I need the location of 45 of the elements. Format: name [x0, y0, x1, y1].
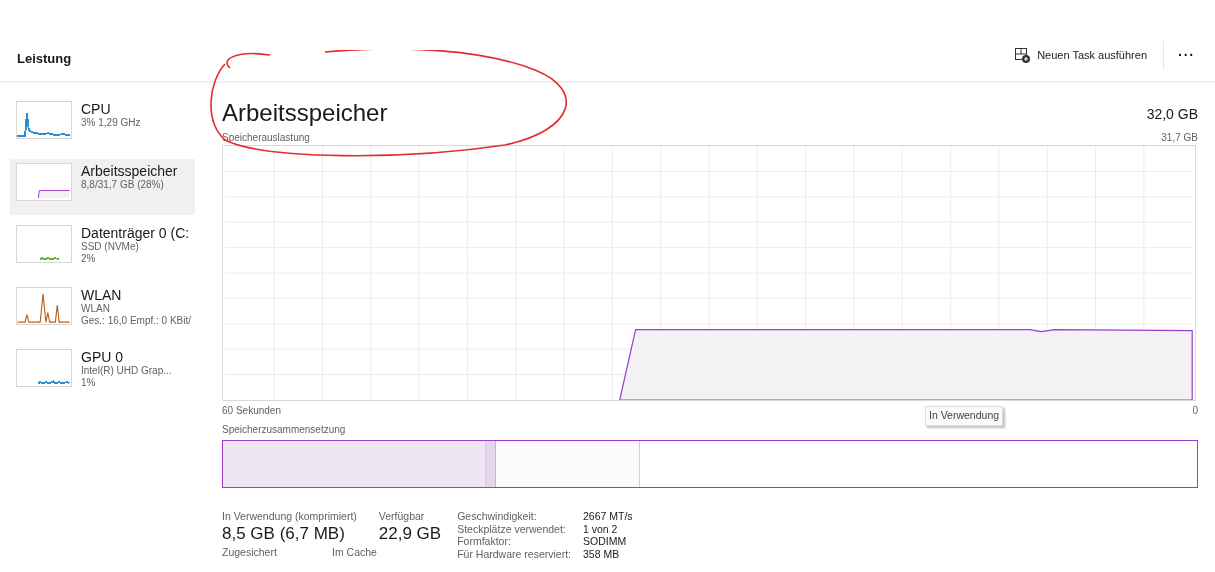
device-detail: 2% [81, 253, 97, 265]
sparkline-thumbnail [16, 287, 72, 325]
stat-label: Im Cache [332, 546, 378, 558]
stat-value: 22,9 GB [378, 523, 442, 545]
x-axis-end-label: 0 [1192, 404, 1198, 418]
sidebar-item[interactable]: Arbeitsspeicher 8,8/31,7 GB (28%) [10, 159, 195, 215]
device-detail: 1% [81, 377, 97, 389]
device-detail: Ges.: 16,0 Empf.: 0 KBit/ [81, 315, 192, 327]
composition-label: Speicherzusammensetzung [222, 423, 347, 437]
sparkline-thumbnail [16, 225, 72, 263]
more-options-button[interactable]: ··· [1172, 44, 1201, 66]
section-title: Arbeitsspeicher [222, 99, 388, 127]
stat-value: 8,5 GB (6,7 MB) [222, 523, 346, 545]
device-name: CPU [81, 101, 112, 117]
total-memory: 32,0 GB [1146, 105, 1198, 124]
stat-label: Verfügbar [378, 510, 426, 523]
stat-label: Zugesichert [222, 546, 278, 558]
detail-label: Für Hardware reserviert: [457, 547, 571, 560]
sparkline-thumbnail [16, 349, 72, 387]
sparkline-thumbnail [16, 101, 72, 139]
device-detail: WLAN [81, 303, 111, 315]
detail-value: 1 von 2 [582, 522, 619, 535]
sparkline-thumbnail [16, 163, 72, 201]
detail-value: SODIMM [582, 535, 628, 548]
detail-value: 358 MB [582, 547, 621, 560]
chart-label: Speicherauslastung [222, 131, 310, 145]
y-axis-max-label: 31,7 GB [1161, 131, 1198, 145]
device-name: GPU 0 [81, 349, 124, 365]
detail-label: Formfaktor: [457, 535, 512, 548]
detail-value: 2667 MT/s [582, 510, 633, 523]
x-axis-label: 60 Sekunden [222, 404, 281, 418]
device-detail: Intel(R) UHD Grap... [81, 365, 172, 377]
run-new-task-button[interactable]: Neuen Task ausführen [1007, 43, 1155, 67]
device-name: WLAN [81, 287, 123, 303]
device-name: Arbeitsspeicher [81, 163, 178, 179]
stat-label: In Verwendung (komprimiert) [222, 510, 357, 523]
device-detail: 3% 1,29 GHz [81, 117, 141, 129]
detail-label: Geschwindigkeit: [457, 510, 538, 523]
tooltip: In Verwendung [925, 406, 1004, 426]
page-title: Leistung [17, 49, 72, 68]
device-detail: SSD (NVMe) [81, 241, 140, 253]
device-detail: 8,8/31,7 GB (28%) [81, 179, 165, 191]
detail-label: Steckplätze verwendet: [457, 522, 567, 535]
device-name: Datenträger 0 (C: [81, 225, 190, 241]
new-task-icon [1015, 47, 1031, 63]
